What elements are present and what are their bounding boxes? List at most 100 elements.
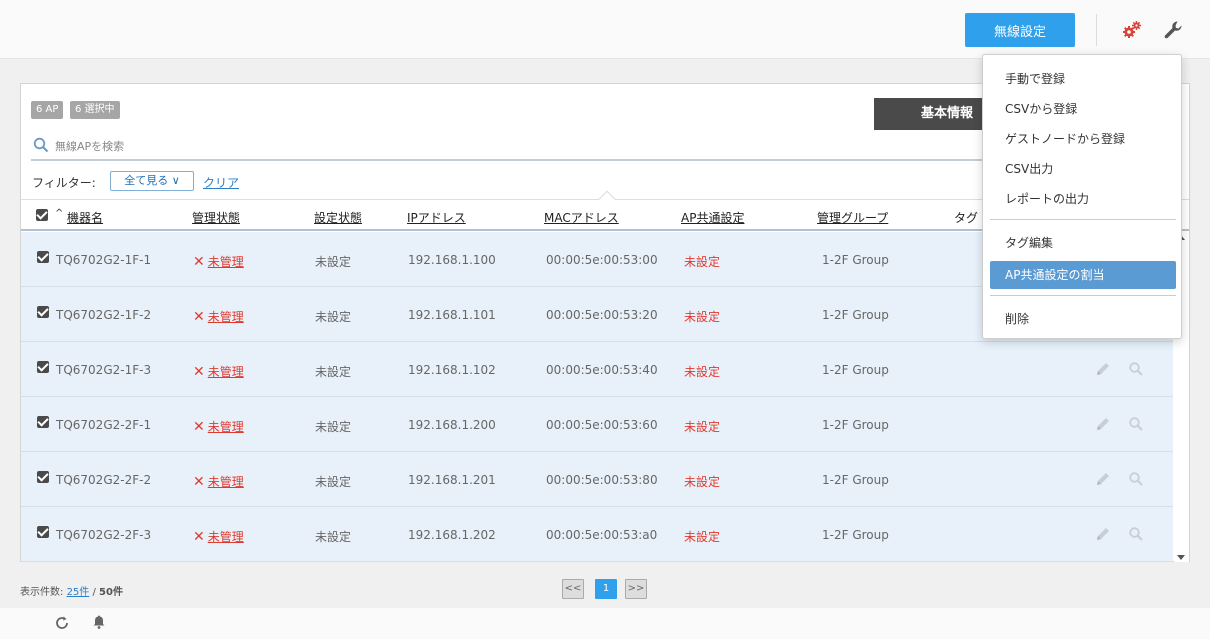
menu-item-tag-edit[interactable]: タグ編集 [990, 229, 1176, 257]
row-checkbox[interactable] [37, 416, 49, 428]
total-count: 50件 [99, 587, 123, 598]
menu-divider [990, 219, 1176, 220]
row-checkbox[interactable] [37, 526, 49, 538]
table-row[interactable]: TQ6702G2-2F-3 ✕ 未管理 未設定 192.168.1.202 00:… [21, 507, 1173, 562]
per-page-link[interactable]: 25件 [67, 587, 90, 598]
mac-address: 00:00:5e:00:53:60 [546, 418, 658, 432]
mac-address: 00:00:5e:00:53:40 [546, 363, 658, 377]
device-name: TQ6702G2-1F-2 [56, 308, 152, 322]
column-header-mac[interactable]: MACアドレス [544, 209, 619, 226]
management-group: 1-2F Group [822, 473, 889, 487]
mac-address: 00:00:5e:00:53:a0 [546, 528, 658, 542]
pager-prev-button[interactable]: << [562, 579, 584, 599]
column-header-admin-status[interactable]: 管理状態 [192, 209, 240, 226]
menu-divider [990, 295, 1176, 296]
admin-status[interactable]: ✕ 未管理 [193, 473, 244, 490]
pager-next-button[interactable]: >> [625, 579, 647, 599]
menu-item-csv-export[interactable]: CSV出力 [990, 155, 1176, 183]
toolbar-divider [1096, 14, 1097, 46]
pencil-icon[interactable] [1094, 415, 1112, 433]
top-bar: 無線設定 [0, 0, 1210, 59]
admin-status[interactable]: ✕ 未管理 [193, 528, 244, 545]
ip-address: 192.168.1.101 [408, 308, 496, 322]
menu-item-csv-register[interactable]: CSVから登録 [990, 95, 1176, 123]
select-all-checkbox[interactable] [36, 209, 48, 221]
management-group: 1-2F Group [822, 418, 889, 432]
management-group: 1-2F Group [822, 308, 889, 322]
device-name: TQ6702G2-2F-1 [56, 418, 152, 432]
menu-item-guest-node-register[interactable]: ゲストノードから登録 [990, 125, 1176, 153]
display-count-label: 表示件数: [20, 587, 64, 598]
row-checkbox[interactable] [37, 471, 49, 483]
config-status: 未設定 [315, 255, 352, 269]
config-status: 未設定 [315, 475, 352, 489]
admin-status-label[interactable]: 未管理 [208, 255, 244, 269]
magnifier-icon[interactable] [1128, 471, 1144, 487]
menu-item-assign-ap-common[interactable]: AP共通設定の割当 [990, 261, 1176, 289]
wireless-settings-button[interactable]: 無線設定 [965, 13, 1075, 47]
magnifier-icon[interactable] [1128, 416, 1144, 432]
column-header-name[interactable]: 機器名 [67, 209, 103, 226]
management-group: 1-2F Group [822, 253, 889, 267]
column-header-tag: タグ [954, 211, 979, 225]
admin-status[interactable]: ✕ 未管理 [193, 253, 244, 270]
pager-page-button[interactable]: 1 [595, 579, 617, 599]
refresh-icon[interactable] [53, 614, 71, 632]
ap-common-setting: 未設定 [684, 365, 721, 379]
gears-icon[interactable] [1120, 18, 1144, 42]
admin-status-label[interactable]: 未管理 [208, 310, 244, 324]
ap-count-badge: 6 AP [31, 101, 64, 119]
mac-address: 00:00:5e:00:53:00 [546, 253, 658, 267]
menu-item-manual-register[interactable]: 手動で登録 [990, 65, 1176, 93]
wrench-icon[interactable] [1162, 19, 1184, 41]
config-status: 未設定 [315, 310, 352, 324]
column-header-config-status[interactable]: 設定状態 [314, 209, 362, 226]
magnifier-icon[interactable] [1128, 361, 1144, 377]
menu-item-report-export[interactable]: レポートの出力 [990, 185, 1176, 213]
row-checkbox[interactable] [37, 251, 49, 263]
ip-address: 192.168.1.202 [408, 528, 496, 542]
column-header-ap-common[interactable]: AP共通設定 [681, 209, 744, 226]
column-header-ip[interactable]: IPアドレス [407, 209, 466, 226]
error-x-icon: ✕ [193, 309, 205, 325]
error-x-icon: ✕ [193, 364, 205, 380]
table-row[interactable]: TQ6702G2-2F-2 ✕ 未管理 未設定 192.168.1.201 00:… [21, 452, 1173, 507]
column-header-group[interactable]: 管理グループ [817, 209, 888, 226]
magnifier-icon[interactable] [1128, 526, 1144, 542]
config-status: 未設定 [315, 530, 352, 544]
menu-item-delete[interactable]: 削除 [990, 305, 1176, 333]
ip-address: 192.168.1.201 [408, 473, 496, 487]
filter-clear-link[interactable]: クリア [203, 174, 239, 191]
error-x-icon: ✕ [193, 419, 205, 435]
admin-status-label[interactable]: 未管理 [208, 530, 244, 544]
scroll-down-icon[interactable] [1177, 555, 1185, 560]
admin-status-label[interactable]: 未管理 [208, 365, 244, 379]
admin-status-label[interactable]: 未管理 [208, 420, 244, 434]
ap-common-setting: 未設定 [684, 310, 721, 324]
admin-status-label[interactable]: 未管理 [208, 475, 244, 489]
admin-status[interactable]: ✕ 未管理 [193, 363, 244, 380]
filter-select[interactable]: 全て見る ∨ [110, 171, 194, 191]
sort-indicator: ^ [55, 208, 64, 219]
config-status: 未設定 [315, 420, 352, 434]
pencil-icon[interactable] [1094, 470, 1112, 488]
ip-address: 192.168.1.102 [408, 363, 496, 377]
admin-status[interactable]: ✕ 未管理 [193, 418, 244, 435]
ip-address: 192.168.1.100 [408, 253, 496, 267]
search-input[interactable] [55, 136, 755, 156]
table-row[interactable]: TQ6702G2-1F-3 ✕ 未管理 未設定 192.168.1.102 00:… [21, 342, 1173, 397]
row-checkbox[interactable] [37, 306, 49, 318]
display-count: 表示件数: 25件 / 50件 [20, 583, 123, 598]
row-checkbox[interactable] [37, 361, 49, 373]
bell-icon[interactable] [91, 614, 107, 630]
filter-label: フィルター: [32, 176, 96, 190]
pencil-icon[interactable] [1094, 525, 1112, 543]
ap-common-setting: 未設定 [684, 475, 721, 489]
admin-status[interactable]: ✕ 未管理 [193, 308, 244, 325]
selected-count-badge: 6 選択中 [70, 101, 120, 119]
search-icon [33, 137, 49, 153]
pencil-icon[interactable] [1094, 360, 1112, 378]
ap-common-setting: 未設定 [684, 530, 721, 544]
table-row[interactable]: TQ6702G2-2F-1 ✕ 未管理 未設定 192.168.1.200 00:… [21, 397, 1173, 452]
device-name: TQ6702G2-2F-2 [56, 473, 152, 487]
